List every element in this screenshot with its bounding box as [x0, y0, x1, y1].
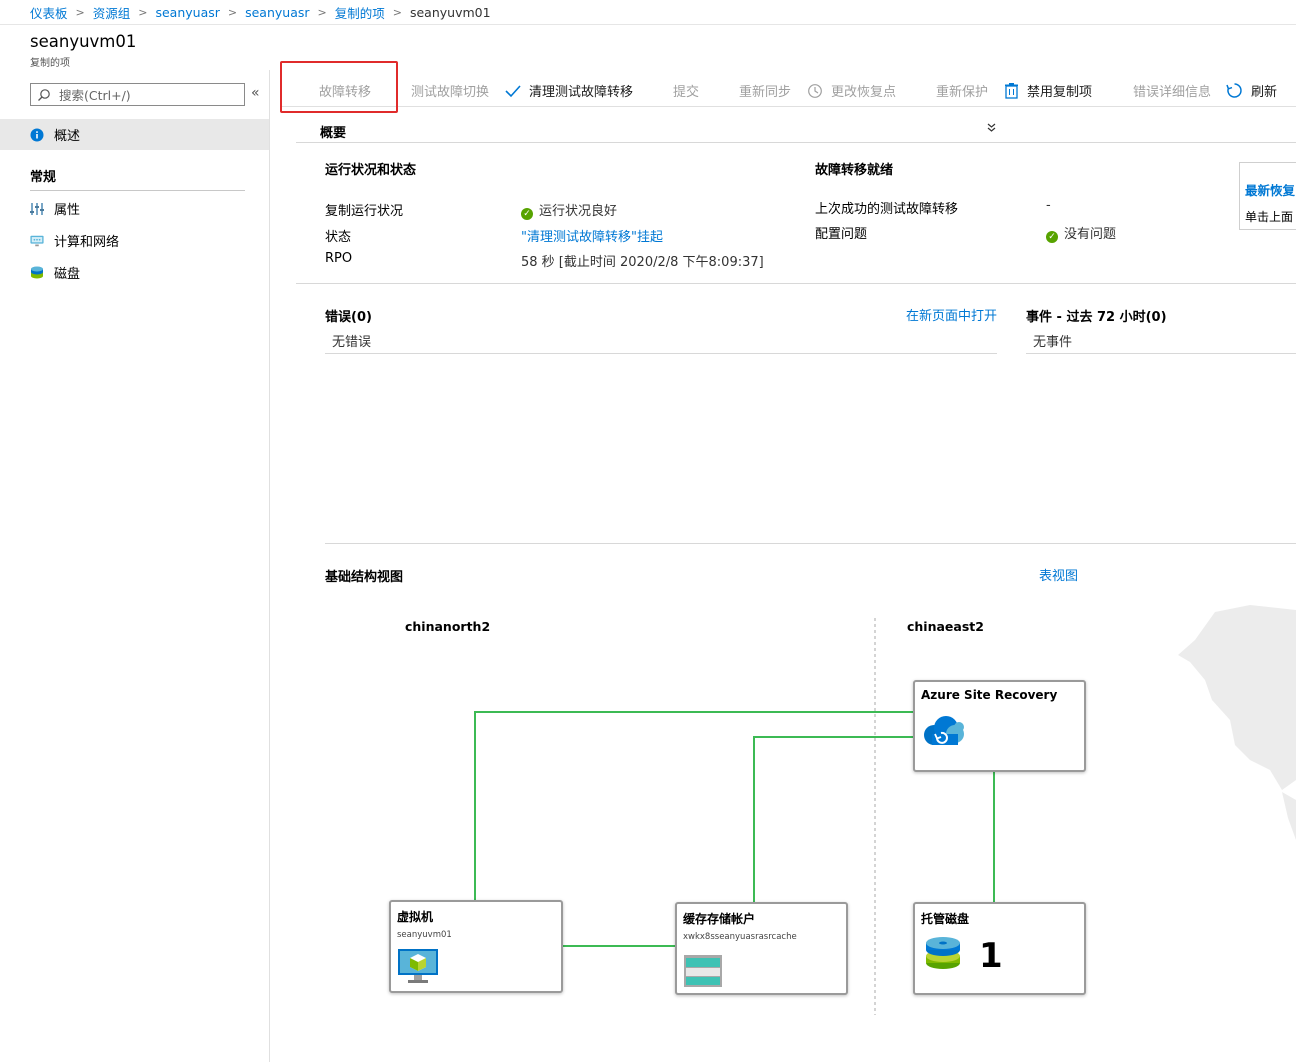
world-map-image: [1178, 605, 1296, 840]
managed-disk-node[interactable]: 托管磁盘 1: [913, 902, 1086, 995]
virtual-machine-icon: [398, 949, 438, 983]
cache-storage-title: 缓存存储帐户: [683, 912, 756, 926]
asr-title: Azure Site Recovery: [921, 688, 1058, 702]
site-recovery-cloud-icon: [924, 716, 964, 745]
asr-node[interactable]: Azure Site Recovery: [913, 680, 1086, 772]
managed-disk-count: 1: [979, 936, 1003, 976]
vm-node[interactable]: 虚拟机 seanyuvm01: [389, 900, 563, 993]
cache-storage-name: xwkx8sseanyuasrasrcache: [683, 932, 797, 942]
infra-connections: [474, 605, 1296, 1015]
cache-storage-node[interactable]: 缓存存储帐户 xwkx8sseanyuasrasrcache: [675, 902, 848, 995]
vm-title: 虚拟机: [397, 910, 434, 924]
managed-disk-title: 托管磁盘: [921, 912, 970, 926]
managed-disk-icon: [926, 937, 960, 969]
vm-name: seanyuvm01: [397, 930, 452, 940]
storage-account-icon: [684, 955, 722, 987]
